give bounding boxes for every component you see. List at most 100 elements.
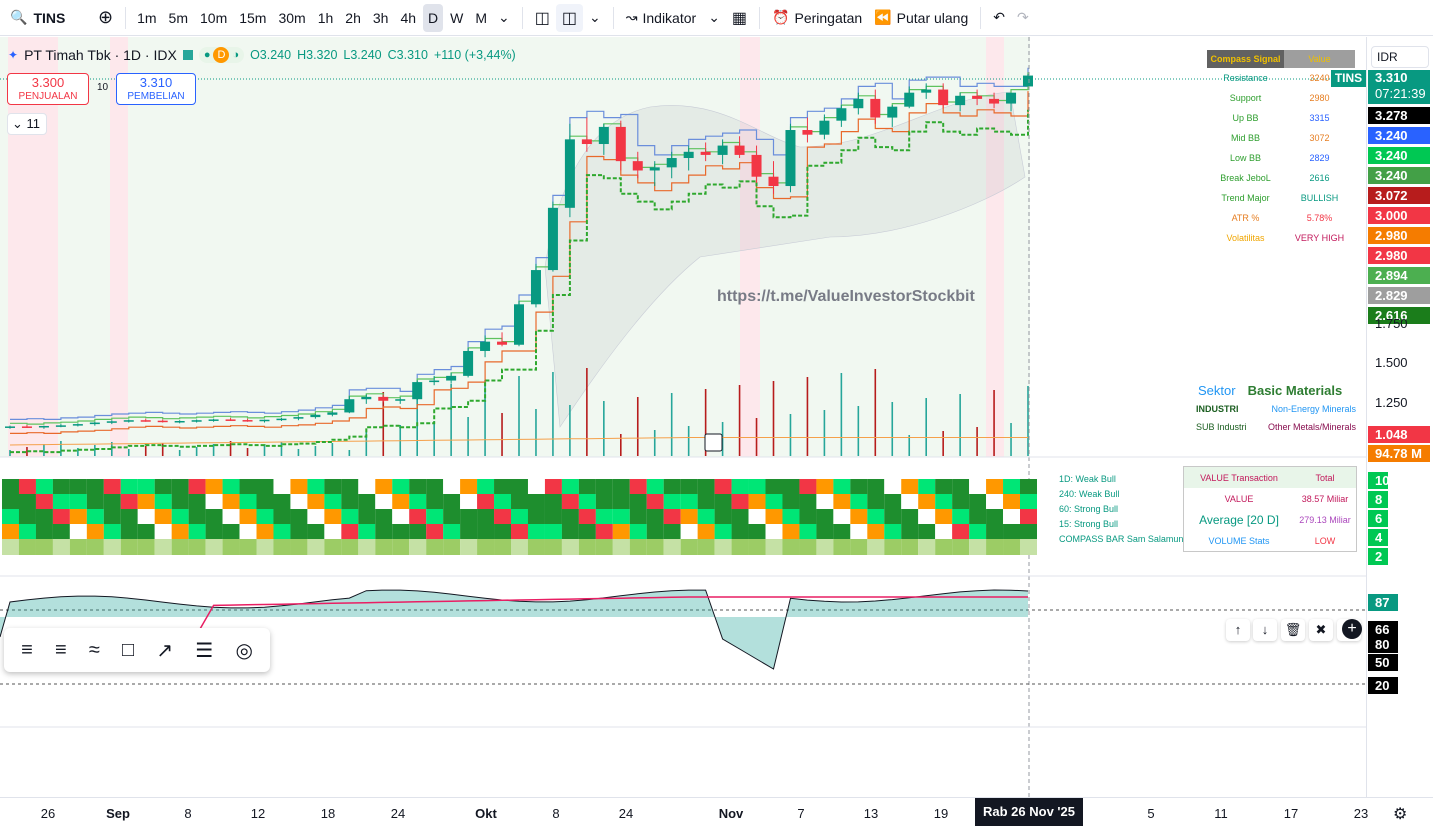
vt-average-label: Average [20 D] [1199,512,1279,527]
time-axis[interactable]: Rab 26 Nov '25 ⚙ 26 Sep 8 12 18 24 Okt 8 24 Nov 7 1… [0,797,1433,831]
undo-button[interactable]: ↶ [987,4,1011,32]
sub-industri-value: Other Metals/Minerals [1267,422,1356,432]
heat-cell [901,494,919,509]
heat-cell [663,524,681,539]
indicators-button[interactable]: ↝ Indikator [620,4,702,32]
alarm-icon: ⏰ [772,9,790,25]
heat-cell [629,509,647,524]
target-tool-icon[interactable]: ◎ [235,638,252,663]
interval-3h[interactable]: 3h [368,4,394,32]
heat-cell [120,479,138,494]
currency-selector[interactable]: IDR [1371,46,1429,68]
price-label: 3.240 [1368,167,1430,184]
volume-bar [229,441,232,456]
heat-cell [884,509,902,524]
chevron-down-icon: ⌄ [12,116,23,131]
heat-cell [595,524,613,539]
heat-cell [103,539,121,555]
heat-cell [663,539,681,555]
heat-cell [952,539,970,555]
earnings-marker[interactable] [704,433,723,452]
heat-cell [969,524,987,539]
heat-cell [52,524,70,539]
interval-1h[interactable]: 1h [313,4,339,32]
buy-button[interactable]: 3.310 PEMBELIAN [116,73,196,105]
candle-body [140,420,151,422]
indicators-dropdown[interactable]: ⌄ [702,4,726,32]
heat-cell [1003,524,1021,539]
heat-cell [494,524,512,539]
heat-cell [1020,509,1037,524]
interval-5m[interactable]: 5m [164,4,193,32]
heat-cell [358,539,376,555]
candle-body [38,425,49,428]
industri-value: Non-Energy Minerals [1271,404,1356,414]
heat-cell [511,509,528,524]
candle-body [598,126,609,145]
candle-body [700,151,711,155]
compare-button[interactable]: ⊕ [92,4,119,32]
replay-button[interactable]: ⏪ Putar ulang [868,4,974,32]
candle-body [174,420,185,423]
sell-price: 3.300 [31,75,65,90]
move-pane-down-button[interactable]: ↓ [1253,619,1277,641]
interval-M[interactable]: M [470,4,492,32]
settings-button[interactable]: ⚙ [1393,804,1407,824]
heat-cell [511,539,528,555]
layout-button[interactable]: ▦ [726,4,753,32]
flag-icon [182,50,193,60]
heat-cell [629,494,647,509]
heat-cell [273,509,291,524]
grid-icon: ▦ [731,9,748,27]
price-axis[interactable]: IDR TINS 3.310 07:21:39 3.278 3.240 3.240 3… [1331,37,1433,797]
candle-body [547,207,558,271]
chart-canvas[interactable] [0,37,1366,797]
chart-type-dropdown[interactable]: ⌄ [583,4,607,32]
replay-label: Putar ulang [896,9,969,26]
arrow-tool-icon[interactable]: ↗ [156,638,173,663]
heat-cell [324,494,342,509]
volume-bar [263,445,266,456]
delete-pane-button[interactable]: 🗑 [1281,619,1305,641]
move-pane-up-button[interactable]: ↑ [1226,619,1250,641]
interval-D[interactable]: D [423,3,444,32]
indicators-toggle[interactable]: ⌄ 11 [7,113,47,135]
candle-body [412,382,423,400]
channel-tool-icon[interactable]: ≡ [55,639,67,662]
drawing-toolbar: ≡ ≡ ≈ □ ↗ ☰ ◎ [4,628,270,672]
add-marker-button[interactable]: + [1342,619,1362,639]
interval-2h[interactable]: 2h [340,4,366,32]
symbol-search[interactable]: 🔍 TINS [0,9,92,26]
rectangle-tool-icon[interactable]: □ [122,639,134,662]
alerts-button[interactable]: ⏰ Peringatan [766,4,868,32]
collapse-pane-button[interactable]: ✖ [1309,619,1333,641]
heat-cell [1020,479,1037,494]
interval-1m[interactable]: 1m [132,4,161,32]
chart-area[interactable]: ✦ PT Timah Tbk · 1D · IDX ● D ◑ O3.240 H… [0,37,1366,797]
candle-style-button[interactable]: ◫ [555,3,584,32]
interval-10m[interactable]: 10m [195,4,232,32]
heat-cell [69,479,87,494]
interval-15m[interactable]: 15m [234,4,271,32]
heat-cell [935,494,953,509]
delay-badge: D [213,47,230,63]
volume-bar [942,431,944,456]
interval-30m[interactable]: 30m [273,4,310,32]
heat-cell [392,539,410,555]
sub-industri-label: SUB Industri [1196,422,1247,432]
zigzag-tool-icon[interactable]: ≈ [89,639,100,662]
interval-W[interactable]: W [445,4,468,32]
sell-button[interactable]: 3.300 PENJUALAN [7,73,89,105]
heat-cell [595,479,613,494]
volume-bar [653,430,656,456]
heat-cell [171,539,189,555]
trend-line-tool-icon[interactable]: ≡ [21,639,33,662]
heat-cell [782,479,800,494]
heat-cell [69,494,87,509]
heat-cell [816,509,834,524]
fib-tool-icon[interactable]: ☰ [195,638,213,663]
interval-4h[interactable]: 4h [395,4,421,32]
bar-style-button[interactable]: ◫ [529,4,556,32]
redo-button[interactable]: ↷ [1011,4,1035,32]
interval-dropdown[interactable]: ⌄ [492,4,516,32]
